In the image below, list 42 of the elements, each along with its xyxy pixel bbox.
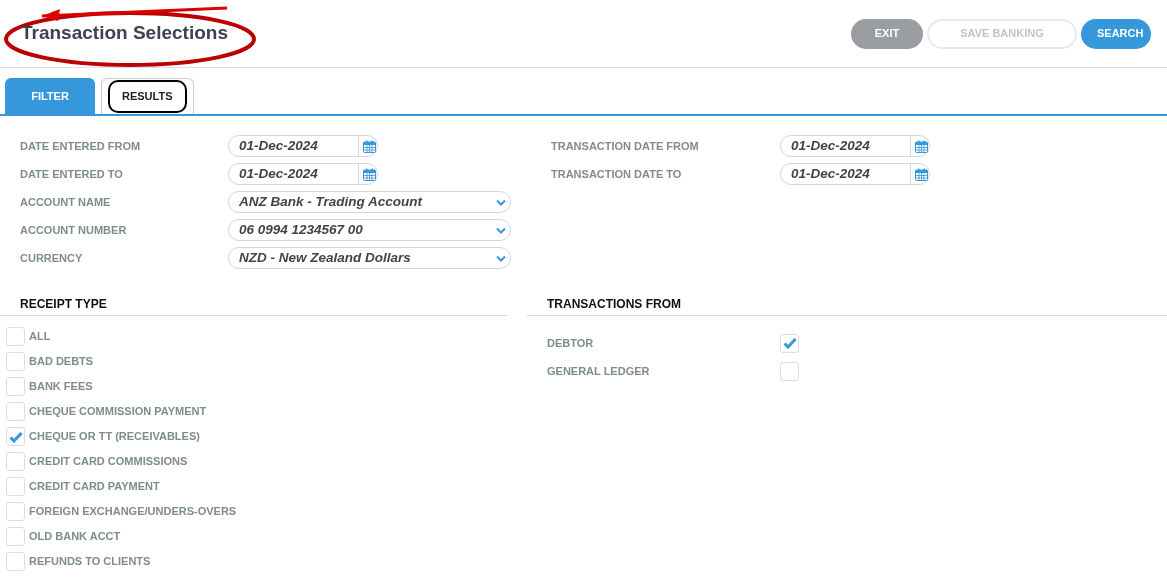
field-label: DATE ENTERED FROM	[19, 138, 142, 154]
checkbox[interactable]	[780, 333, 799, 353]
chevron-down-icon	[496, 254, 506, 262]
field-label: ACCOUNT NAME	[19, 194, 112, 210]
checkbox[interactable]	[6, 402, 25, 421]
checkbox-label: OLD BANK ACCT	[29, 529, 121, 545]
calendar-icon[interactable]	[915, 139, 928, 153]
checkbox-label: ALL	[29, 329, 51, 345]
checkbox-label: FOREIGN EXCHANGE/UNDERS-OVERS	[29, 504, 237, 520]
checkbox-label: DEBTOR	[547, 335, 595, 351]
section-heading: TRANSACTIONS FROM	[547, 295, 681, 313]
calendar-icon[interactable]	[363, 139, 376, 153]
checkbox-label: CREDIT CARD COMMISSIONS	[29, 454, 188, 470]
checkbox[interactable]	[6, 477, 25, 496]
tab[interactable]: RESULTS	[101, 78, 194, 114]
checkbox[interactable]	[6, 452, 25, 471]
field-label: CURRENCY	[19, 250, 84, 266]
checkbox[interactable]	[6, 427, 25, 446]
chevron-down-icon	[496, 226, 506, 234]
checkbox-label: GENERAL LEDGER	[547, 363, 651, 379]
checkbox[interactable]	[6, 552, 25, 571]
field-label: DATE ENTERED TO	[19, 166, 124, 182]
checkbox[interactable]	[780, 361, 799, 381]
checkbox-label: BANK FEES	[29, 379, 93, 395]
calendar-icon[interactable]	[915, 167, 928, 181]
checkbox[interactable]	[6, 327, 25, 346]
checkbox-label: CREDIT CARD PAYMENT	[29, 479, 160, 495]
page-title: Transaction Selections	[21, 21, 228, 46]
field-label: TRANSACTION DATE TO	[551, 166, 683, 182]
checkbox-label: BAD DEBTS	[29, 354, 94, 370]
checkbox[interactable]	[6, 527, 25, 546]
checkbox[interactable]	[6, 377, 25, 396]
checkbox-label: REFUNDS TO CLIENTS	[29, 554, 151, 570]
checkbox[interactable]	[6, 352, 25, 371]
field-label: TRANSACTION DATE FROM	[551, 138, 700, 154]
checkbox-label: CHEQUE COMMISSION PAYMENT	[29, 404, 207, 420]
field-label: ACCOUNT NUMBER	[19, 222, 128, 238]
section-heading: RECEIPT TYPE	[20, 295, 107, 313]
chevron-down-icon	[496, 198, 506, 206]
checkbox-label: CHEQUE OR TT (RECEIVABLES)	[29, 429, 200, 445]
calendar-icon[interactable]	[363, 167, 376, 181]
checkbox[interactable]	[6, 502, 25, 521]
